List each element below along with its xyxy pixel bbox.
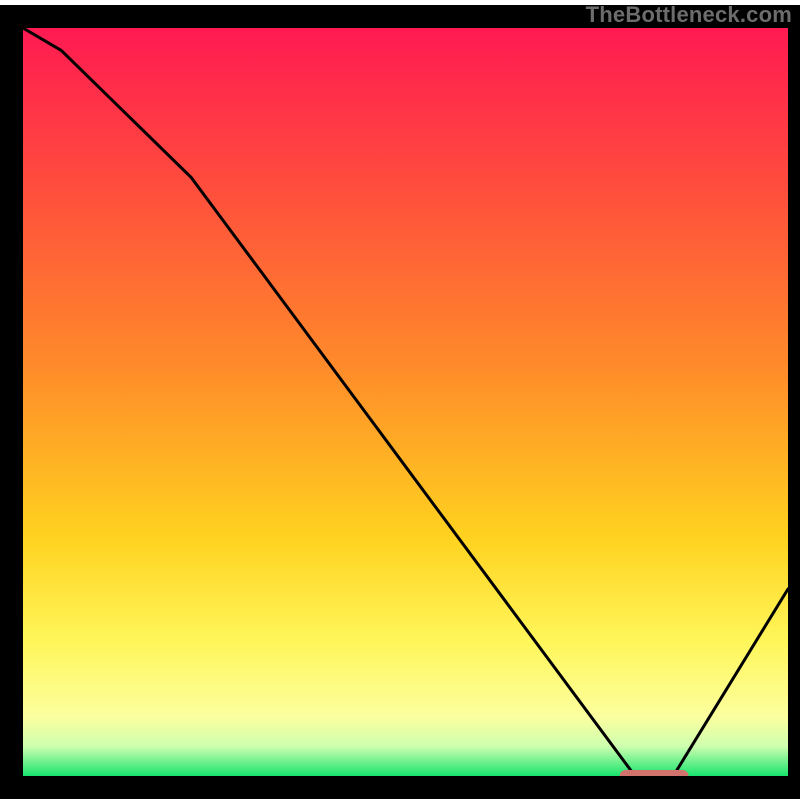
watermark-text: TheBottleneck.com	[586, 2, 792, 28]
plot-area	[23, 28, 788, 776]
chart-container: TheBottleneck.com	[0, 0, 800, 800]
bottleneck-chart	[0, 0, 800, 800]
